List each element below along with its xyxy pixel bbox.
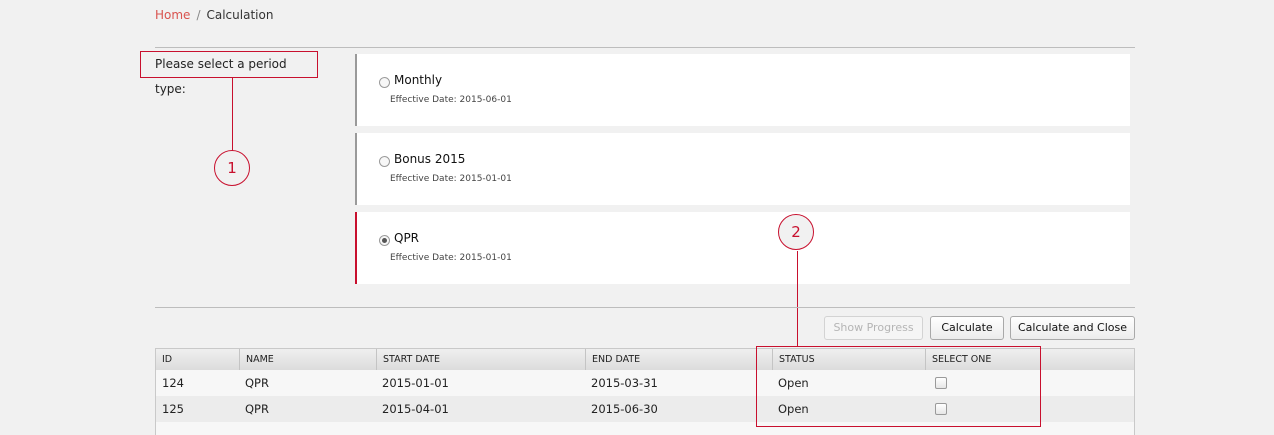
column-header-status[interactable]: STATUS — [772, 349, 925, 370]
period-effective-date: Effective Date: 2015-01-01 — [390, 174, 512, 184]
breadcrumb-separator: / — [196, 8, 201, 22]
show-progress-button[interactable]: Show Progress — [824, 316, 923, 340]
column-header-start-date[interactable]: START DATE — [376, 349, 585, 370]
top-divider — [155, 47, 1135, 48]
column-header-select-one[interactable]: SELECT ONE — [925, 349, 1134, 370]
breadcrumb-home-link[interactable]: Home — [155, 8, 190, 22]
select-row-checkbox[interactable] — [935, 403, 947, 415]
calculate-button[interactable]: Calculate — [930, 316, 1004, 340]
cell-start-date: 2015-01-01 — [382, 376, 449, 390]
column-header-end-date[interactable]: END DATE — [585, 349, 772, 370]
cell-name: QPR — [245, 376, 269, 390]
middle-divider — [155, 307, 1135, 308]
callout-1-line — [232, 78, 233, 151]
cell-id: 124 — [162, 376, 184, 390]
select-row-checkbox[interactable] — [935, 377, 947, 389]
cell-start-date: 2015-04-01 — [382, 402, 449, 416]
radio-monthly[interactable] — [379, 77, 390, 88]
period-name: Bonus 2015 — [394, 152, 466, 166]
cell-id: 125 — [162, 402, 184, 416]
calculate-and-close-button[interactable]: Calculate and Close — [1010, 316, 1135, 340]
period-option-bonus-2015[interactable]: Bonus 2015 Effective Date: 2015-01-01 — [355, 133, 1130, 205]
calculation-periods-table: ID NAME START DATE END DATE STATUS SELEC… — [155, 348, 1135, 435]
breadcrumb: Home / Calculation — [155, 8, 273, 22]
table-row[interactable]: 125 QPR 2015-04-01 2015-06-30 Open — [156, 396, 1134, 422]
column-header-id[interactable]: ID — [156, 349, 239, 370]
period-effective-date: Effective Date: 2015-01-01 — [390, 253, 512, 263]
radio-qpr[interactable] — [379, 235, 390, 246]
cell-status: Open — [778, 376, 809, 390]
period-option-monthly[interactable]: Monthly Effective Date: 2015-06-01 — [355, 54, 1130, 126]
callout-2-marker: 2 — [778, 214, 814, 250]
table-header: ID NAME START DATE END DATE STATUS SELEC… — [156, 349, 1134, 371]
callout-2-line — [797, 251, 798, 347]
period-name: Monthly — [394, 73, 443, 87]
cell-status: Open — [778, 402, 809, 416]
radio-bonus-2015[interactable] — [379, 156, 390, 167]
column-header-name[interactable]: NAME — [239, 349, 376, 370]
cell-name: QPR — [245, 402, 269, 416]
cell-end-date: 2015-06-30 — [591, 402, 658, 416]
cell-end-date: 2015-03-31 — [591, 376, 658, 390]
period-option-qpr[interactable]: QPR Effective Date: 2015-01-01 — [355, 212, 1130, 284]
period-effective-date: Effective Date: 2015-06-01 — [390, 95, 512, 105]
period-type-prompt: Please select a period type: — [140, 51, 318, 96]
table-row[interactable]: 124 QPR 2015-01-01 2015-03-31 Open — [156, 370, 1134, 396]
breadcrumb-current: Calculation — [206, 8, 274, 22]
period-name: QPR — [394, 231, 420, 245]
callout-1-marker: 1 — [214, 150, 250, 186]
